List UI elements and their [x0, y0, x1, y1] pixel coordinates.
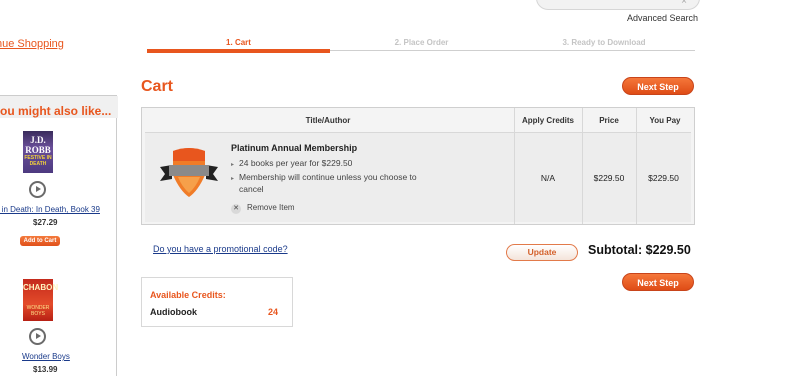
cart-table: Title/Author Apply Credits Price You Pay… [141, 107, 695, 225]
credits-type: Audiobook [150, 307, 197, 317]
step-place-order: 2. Place Order [394, 38, 449, 47]
column-you-pay: You Pay [649, 116, 681, 125]
membership-badge-icon [160, 148, 218, 197]
cover-subtitle: WONDER BOYS [26, 305, 50, 317]
step-progress-track [330, 50, 695, 51]
book-price: $27.29 [33, 218, 58, 227]
column-title-author: Title/Author [305, 116, 351, 125]
cover-subtitle: FESTIVE IN DEATH [24, 155, 52, 167]
checkout-progress: 1. Cart 2. Place Order 3. Ready to Downl… [147, 38, 695, 56]
column-apply-credits: Apply Credits [521, 116, 574, 125]
subtotal: Subtotal: $229.50 [588, 243, 691, 257]
page-title: Cart [141, 78, 174, 95]
book-cover-festive-in-death[interactable]: J.D. ROBB FESTIVE IN DEATH [23, 131, 53, 173]
item-detail: ▸ Membership will continue unless you cho… [231, 172, 417, 182]
item-detail: ▸ 24 books per year for $229.50 [231, 158, 353, 168]
continue-shopping-link[interactable]: nue Shopping [0, 38, 64, 50]
column-price: Price [599, 116, 619, 125]
book-link-festive-in-death[interactable]: ve in Death: In Death, Book 39 [0, 205, 100, 214]
play-sample-icon[interactable] [29, 328, 46, 345]
recommendations-title: ou might also like... [0, 104, 112, 118]
search-input[interactable]: × [536, 0, 700, 10]
close-icon: ✕ [231, 204, 241, 214]
you-pay-value: $229.50 [648, 173, 679, 183]
clear-search-icon[interactable]: × [679, 0, 689, 7]
item-title: Platinum Annual Membership [231, 143, 358, 153]
promo-code-link[interactable]: Do you have a promotional code? [153, 244, 288, 254]
item-detail: cancel [239, 184, 264, 194]
cover-title: J.D. ROBB [25, 135, 51, 155]
step-ready-to-download: 3. Ready to Download [562, 38, 646, 47]
column-divider [582, 108, 583, 224]
recommendations-panel: ou might also like... J.D. ROBB FESTIVE … [0, 95, 118, 376]
book-price: $13.99 [33, 365, 58, 374]
credits-count: 24 [268, 307, 279, 317]
add-to-cart-button[interactable]: Add to Cart [20, 236, 60, 246]
column-divider [514, 108, 515, 224]
step-cart: 1. Cart [226, 38, 251, 47]
available-credits-panel: Available Credits: Audiobook 24 [141, 277, 293, 327]
remove-item-button[interactable]: ✕ Remove Item [231, 203, 295, 214]
credits-title: Available Credits: [150, 290, 226, 300]
advanced-search-link[interactable]: Advanced Search [627, 13, 698, 23]
next-step-button[interactable]: Next Step [622, 273, 694, 291]
price-value: $229.50 [593, 173, 625, 183]
remove-item-label: Remove Item [247, 203, 295, 212]
update-button[interactable]: Update [506, 244, 578, 261]
cover-title: CHABON [23, 283, 59, 292]
book-cover-wonder-boys[interactable]: CHABON WONDER BOYS [23, 279, 59, 321]
column-divider [636, 108, 637, 224]
play-sample-icon[interactable] [29, 181, 46, 198]
step-progress-active [147, 49, 330, 53]
apply-credits-value: N/A [540, 173, 556, 183]
table-row: Platinum Annual Membership ▸ 24 books per… [145, 132, 691, 222]
next-step-button[interactable]: Next Step [622, 77, 694, 95]
book-link-wonder-boys[interactable]: Wonder Boys [22, 352, 70, 361]
